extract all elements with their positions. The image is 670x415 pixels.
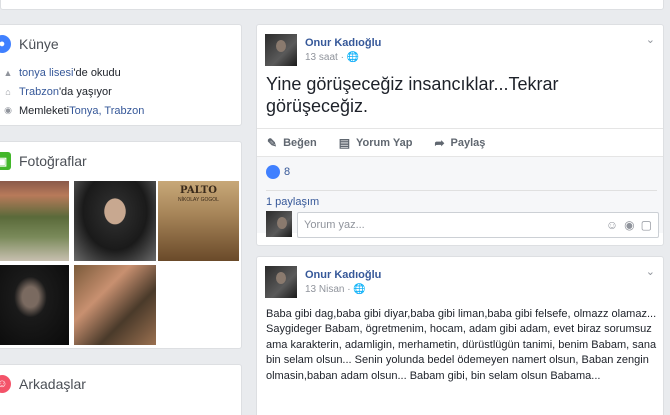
friends-header: ☺ Arkadaşlar xyxy=(0,365,241,403)
post-text: Baba gibi dag,baba gibi diyar,baba gibi … xyxy=(266,308,657,382)
share-button[interactable]: ➦ Paylaş xyxy=(434,136,485,150)
education-link[interactable]: tonya lisesi xyxy=(19,67,73,79)
intro-item-education: ▲ tonya lisesi 'de okudu xyxy=(3,63,241,82)
sticker-icon[interactable]: ▢ xyxy=(641,218,652,232)
emoji-icon[interactable]: ☺ xyxy=(606,218,618,232)
avatar[interactable] xyxy=(265,34,297,66)
commenter-avatar xyxy=(266,211,292,237)
post-author[interactable]: Onur Kadıoğlu xyxy=(305,37,381,49)
thumbs-up-icon: ✎ xyxy=(267,135,278,150)
share-icon: ➦ xyxy=(434,135,445,150)
share-label: Paylaş xyxy=(450,136,486,149)
comment-tools: ☺ ◉ ▢ xyxy=(606,218,652,232)
top-card-edge xyxy=(0,0,664,10)
like-label: Beğen xyxy=(283,136,317,149)
photos-title[interactable]: Fotoğraflar xyxy=(19,153,87,169)
reactions-count: 8 xyxy=(284,166,291,178)
education-suffix: 'de okudu xyxy=(73,66,121,79)
intro-title: Künye xyxy=(19,36,59,52)
friends-title[interactable]: Arkadaşlar xyxy=(19,376,86,392)
post-card-1: Onur Kadıoğlu 13 saat · 🌐 ⌄ Yine görüşec… xyxy=(256,24,664,246)
comment-icon: ▤ xyxy=(338,135,351,150)
photo-thumbnail-4[interactable] xyxy=(0,265,69,345)
comment-placeholder: Yorum yaz... xyxy=(304,219,365,231)
chevron-down-icon[interactable]: ⌄ xyxy=(646,265,655,278)
post-header: Onur Kadıoğlu 13 saat · 🌐 xyxy=(257,25,663,66)
hometown-link[interactable]: Tonya, Trabzon xyxy=(69,105,144,117)
intro-card: ● Künye ▲ tonya lisesi 'de okudu ⌂ Trabz… xyxy=(0,24,242,126)
post-time[interactable]: 13 Nisan xyxy=(305,284,344,295)
lives-suffix: 'da yaşıyor xyxy=(58,85,112,98)
post-actions: ✎ Beğen ▤ Yorum Yap ➦ Paylaş xyxy=(257,128,663,156)
friends-icon: ☺ xyxy=(0,375,11,393)
reactions-summary[interactable]: 8 xyxy=(266,165,290,179)
like-button[interactable]: ✎ Beğen xyxy=(267,136,317,150)
photo-thumbnail-1[interactable] xyxy=(0,181,69,261)
intro-item-hometown: ◉ Memleketi Tonya, Trabzon xyxy=(3,101,241,120)
post-card-2: Onur Kadıoğlu 13 Nisan · 🌐 ⌄ Baba gibi d… xyxy=(256,256,664,415)
post-meta: 13 Nisan · 🌐 xyxy=(305,284,381,295)
camera-icon[interactable]: ◉ xyxy=(624,218,634,232)
book-cover-author: NİKOLAY GOGOL xyxy=(178,197,219,203)
comment-input[interactable]: Yorum yaz... ☺ ◉ ▢ xyxy=(297,212,659,238)
hometown-prefix: Memleketi xyxy=(19,104,70,117)
photo-thumbnail-3[interactable]: PALTO NİKOLAY GOGOL xyxy=(158,181,239,261)
photo-thumbnail-2[interactable] xyxy=(74,181,156,261)
post-text: Yine görüşeceğiz insancıklar...Tekrar gö… xyxy=(266,74,559,116)
shares-count[interactable]: 1 paylaşım xyxy=(266,190,657,208)
intro-header: ● Künye xyxy=(0,25,241,63)
post-author[interactable]: Onur Kadıoğlu xyxy=(305,269,381,281)
globe-icon: · 🌐 xyxy=(347,284,366,295)
friends-card: ☺ Arkadaşlar xyxy=(0,364,242,415)
home-icon: ⌂ xyxy=(5,86,11,97)
post-time[interactable]: 13 saat xyxy=(305,52,338,63)
post-header: Onur Kadıoğlu 13 Nisan · 🌐 xyxy=(257,257,663,298)
photo-thumbnail-5[interactable] xyxy=(74,265,156,345)
graduation-cap-icon: ▲ xyxy=(3,67,13,78)
post-meta: 13 saat · 🌐 xyxy=(305,52,381,63)
photos-card: ▣ Fotoğraflar PALTO NİKOLAY GOGOL xyxy=(0,141,242,349)
globe-icon: · 🌐 xyxy=(340,52,360,63)
like-reaction-icon xyxy=(266,165,280,179)
globe-icon: ● xyxy=(0,35,11,53)
intro-item-lives: ⌂ Trabzon 'da yaşıyor xyxy=(3,82,241,101)
photos-header: ▣ Fotoğraflar xyxy=(0,142,241,180)
book-cover-title: PALTO xyxy=(180,185,217,196)
photos-icon: ▣ xyxy=(0,152,11,170)
lives-link[interactable]: Trabzon xyxy=(19,86,59,98)
avatar[interactable] xyxy=(265,266,297,298)
chevron-down-icon[interactable]: ⌄ xyxy=(646,33,655,46)
comment-button[interactable]: ▤ Yorum Yap xyxy=(339,136,413,150)
comment-label: Yorum Yap xyxy=(356,136,413,149)
location-pin-icon: ◉ xyxy=(4,105,12,115)
